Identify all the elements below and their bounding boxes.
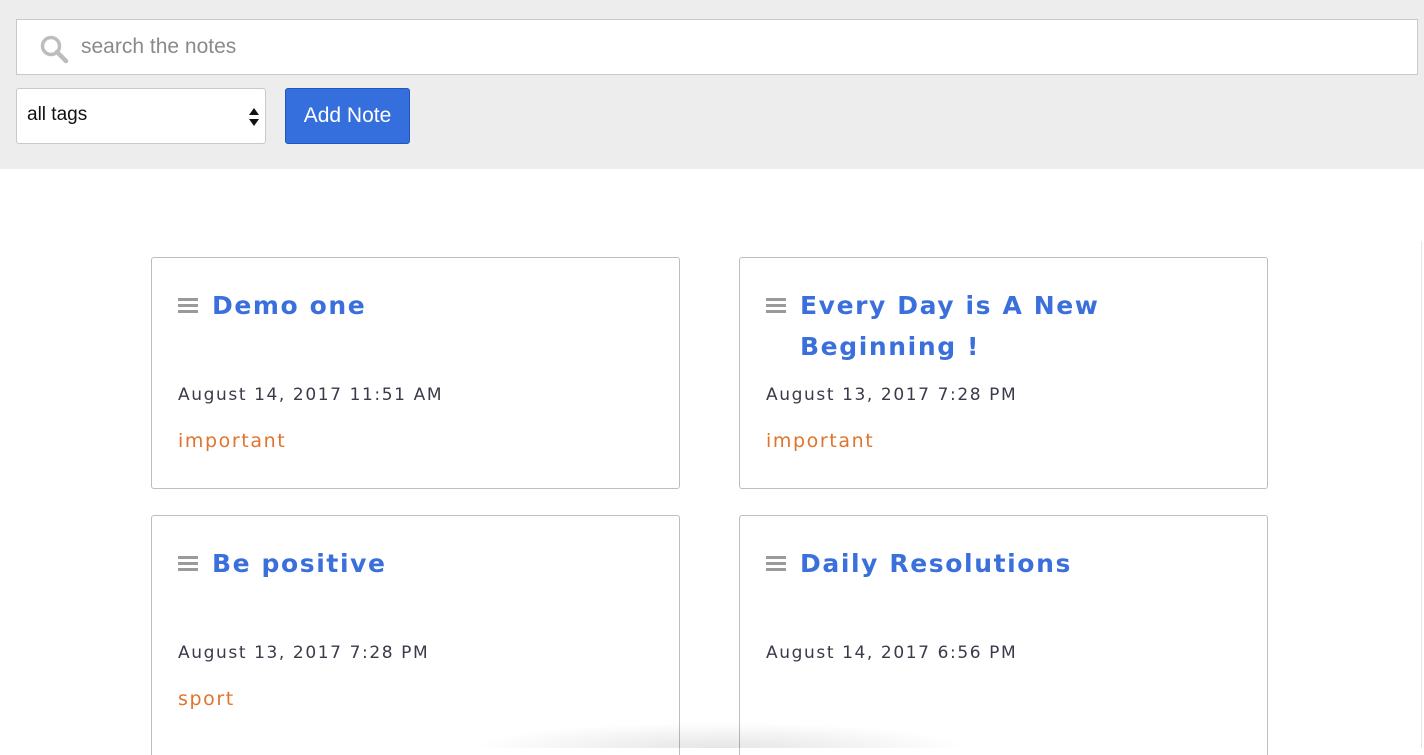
note-title[interactable]: Every Day is A New Beginning ! xyxy=(800,285,1240,367)
note-tag[interactable]: important xyxy=(766,430,874,452)
drag-handle-icon[interactable] xyxy=(766,556,786,571)
tag-filter-value: all tags xyxy=(27,104,88,125)
note-date: August 13, 2017 7:28 PM xyxy=(178,643,430,663)
search-box[interactable] xyxy=(16,19,1418,75)
note-title[interactable]: Be positive xyxy=(212,543,652,584)
note-card: Demo one August 14, 2017 11:51 AM import… xyxy=(151,257,680,489)
note-card: Daily Resolutions August 14, 2017 6:56 P… xyxy=(739,515,1268,755)
note-card: Be positive August 13, 2017 7:28 PM spor… xyxy=(151,515,680,755)
search-input[interactable] xyxy=(81,20,1401,74)
note-tag[interactable]: sport xyxy=(178,688,235,710)
note-date: August 13, 2017 7:28 PM xyxy=(766,385,1018,405)
drag-handle-icon[interactable] xyxy=(178,298,198,313)
top-toolbar: all tags Add Note xyxy=(0,0,1424,169)
search-icon xyxy=(40,35,69,64)
drag-handle-icon[interactable] xyxy=(178,556,198,571)
select-arrows-icon xyxy=(249,108,259,126)
add-note-button[interactable]: Add Note xyxy=(285,88,410,144)
note-card: Every Day is A New Beginning ! August 13… xyxy=(739,257,1268,489)
note-date: August 14, 2017 6:56 PM xyxy=(766,643,1018,663)
bottom-shadow xyxy=(470,722,970,748)
note-title[interactable]: Daily Resolutions xyxy=(800,543,1240,584)
divider xyxy=(1421,241,1422,748)
note-title[interactable]: Demo one xyxy=(212,285,652,326)
tag-filter-select[interactable]: all tags xyxy=(16,88,266,144)
note-date: August 14, 2017 11:51 AM xyxy=(178,385,444,405)
drag-handle-icon[interactable] xyxy=(766,298,786,313)
note-tag[interactable]: important xyxy=(178,430,286,452)
